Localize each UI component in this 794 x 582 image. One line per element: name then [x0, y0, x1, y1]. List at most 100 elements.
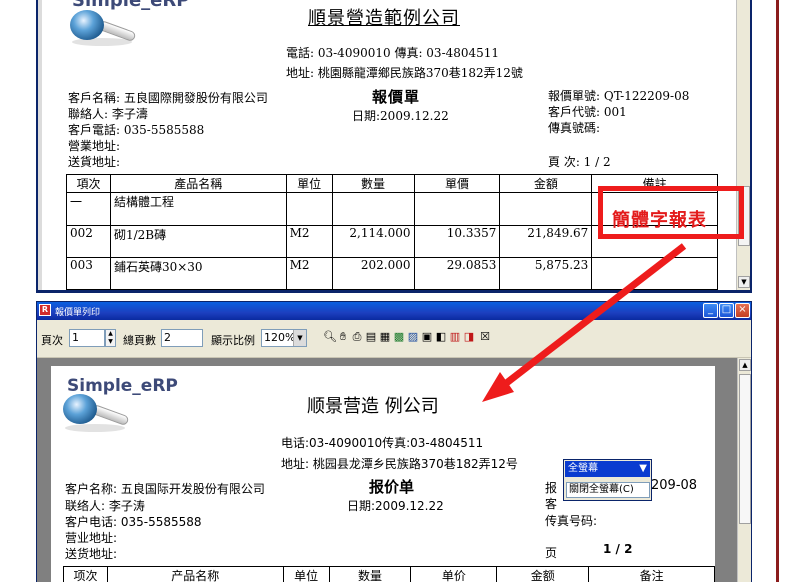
document-title: 报价单: [369, 478, 415, 496]
cell-name: 結構體工程: [109, 192, 287, 226]
app-icon[interactable]: R: [39, 304, 51, 316]
title-bar: R 報價單列印 _ □ ×: [37, 302, 751, 320]
mail-icon[interactable]: ▥: [449, 330, 461, 344]
maximize-button[interactable]: □: [719, 303, 734, 318]
cell-no: 一: [66, 192, 111, 226]
col-header: 金额: [496, 566, 590, 582]
zoom-label: 顯示比例: [211, 334, 255, 347]
col-header: 单位: [282, 566, 330, 582]
cell-no: 002: [66, 225, 111, 258]
address: 地址: 桃园县龙潭乡民族路370巷182弄12号: [281, 457, 518, 471]
cell-name: 鋪石英磚30×30: [109, 257, 287, 290]
excel-icon[interactable]: ▩: [393, 330, 405, 344]
zoom-select[interactable]: 120% ▼: [261, 329, 307, 347]
word-icon[interactable]: ▨: [407, 330, 419, 344]
col-header: 备注: [588, 566, 715, 582]
cell-price: 10.3357: [413, 225, 501, 258]
page-number: 頁 次: 1 / 2: [548, 155, 611, 169]
close-preview-icon[interactable]: ☒: [479, 330, 491, 344]
business-address: 營業地址:: [68, 139, 121, 153]
report-date: 日期:2009.12.22: [347, 499, 444, 513]
quote-number: 報價單號: QT-122209-08: [548, 89, 690, 103]
page-label: 頁次: [41, 334, 63, 347]
address: 地址: 桃園縣龍潭鄉民族路370巷182弄12號: [286, 66, 523, 80]
business-address: 营业地址:: [65, 531, 118, 545]
items-table: 项次 产品名称 单位 数量 单价 金额 备注: [63, 566, 715, 582]
cell-price: 29.0853: [413, 257, 501, 290]
fullscreen-header-label: 全螢幕: [568, 463, 598, 474]
cell-unit: M2: [285, 257, 333, 290]
background-window-edge: [776, 0, 779, 582]
report-logo: Simple_eRP: [67, 376, 178, 396]
phone-fax: 電話: 03-4090010 傳真: 03-4804511: [286, 46, 500, 60]
col-header: 产品名称: [106, 566, 284, 582]
page-setup-icon[interactable]: ▤: [365, 330, 377, 344]
fullscreen-popup: 全螢幕 ▼ 關閉全螢幕(C): [563, 459, 652, 501]
customer-code-partial: 客: [545, 497, 558, 511]
col-header: 单价: [410, 566, 498, 582]
table-row: 003 鋪石英磚30×30 M2 202.000 29.0853 5,875.2…: [66, 257, 718, 290]
scroll-down-arrow-icon[interactable]: ▼: [738, 276, 750, 288]
chevron-down-icon[interactable]: ▼: [639, 461, 647, 477]
company-name: 順景營造範例公司: [308, 8, 460, 29]
close-button[interactable]: ×: [735, 303, 750, 318]
customer-name: 客戶名稱: 五良國際開發股份有限公司: [68, 91, 268, 105]
total-pages-field: 2: [161, 329, 203, 347]
cell-name: 砌1/2B磚: [109, 225, 287, 258]
customer-phone: 客户电话: 035-5585588: [65, 515, 202, 529]
preview-toolbar: 頁次 1 ▲ ▼ 總頁數 2 顯示比例 120% ▼ 🔍︎ ✋︎ ⎙ ▤ ▦ ▩ …: [37, 320, 751, 358]
quote-number-partial: 报: [545, 481, 558, 495]
save-icon[interactable]: ▣: [421, 330, 433, 344]
col-header: 單位: [285, 174, 333, 193]
traditional-report-window: Simple_eRP 順景營造範例公司 電話: 03-4090010 傳真: 0…: [36, 0, 752, 293]
page-label: 页: [545, 546, 558, 560]
hand-icon[interactable]: ✋︎: [337, 330, 349, 344]
col-header: 数量: [328, 566, 412, 582]
customer-code: 客戶代號: 001: [548, 105, 627, 119]
annotation-label: 簡體字報表: [612, 210, 707, 231]
contact-person: 聯絡人: 李子濤: [68, 107, 148, 121]
chart-icon[interactable]: ◨: [463, 330, 475, 344]
print-preview-window: R 報價單列印 _ □ × 頁次 1 ▲ ▼ 總頁數 2 顯示比例 120% ▼ …: [36, 301, 752, 582]
document-title: 報價單: [372, 88, 421, 106]
cell-unit: [285, 192, 333, 226]
export-icon[interactable]: ▦: [379, 330, 391, 344]
fax-number: 传真号码:: [545, 514, 598, 528]
window-title: 報價單列印: [55, 308, 101, 318]
top-vertical-scrollbar[interactable]: ▼: [736, 0, 750, 290]
cell-amount: 21,849.67: [499, 225, 593, 258]
col-header: 項次: [66, 174, 111, 193]
cell-unit: M2: [285, 225, 333, 258]
chevron-down-icon[interactable]: ▼: [293, 330, 306, 346]
contact-person: 联络人: 李子涛: [65, 499, 145, 513]
cell-price: [413, 192, 501, 226]
cell-qty: 2,114.000: [331, 225, 415, 258]
table-header-row: 项次 产品名称 单位 数量 单价 金额 备注: [63, 566, 715, 582]
delivery-address: 送貨地址:: [68, 155, 121, 169]
globe-icon: [70, 10, 104, 40]
fax-number: 傳真號碼:: [548, 121, 601, 135]
page-number: 1 / 2: [603, 542, 633, 556]
cell-no: 003: [66, 257, 111, 290]
pdf-icon[interactable]: ◧: [435, 330, 447, 344]
print-icon[interactable]: ⎙: [351, 330, 363, 344]
col-header: 金額: [499, 174, 593, 193]
screenshot-root: Simple_eRP 順景營造範例公司 電話: 03-4090010 傳真: 0…: [0, 0, 794, 582]
page-spinner[interactable]: ▲ ▼: [105, 329, 116, 347]
close-fullscreen-item[interactable]: 關閉全螢幕(C): [566, 482, 650, 498]
minimize-button[interactable]: _: [703, 303, 718, 318]
phone-fax: 电话:03-4090010传真:03-4804511: [281, 436, 484, 450]
col-header: 數量: [331, 174, 415, 193]
preview-vertical-scrollbar[interactable]: ▲: [737, 358, 751, 582]
col-header: 產品名稱: [109, 174, 287, 193]
scrollbar-thumb[interactable]: [739, 374, 751, 524]
zoom-value: 120%: [264, 331, 296, 344]
fullscreen-header[interactable]: 全螢幕 ▼: [565, 461, 650, 477]
page-input[interactable]: 1: [69, 329, 105, 347]
zoom-icon[interactable]: 🔍︎: [323, 330, 337, 344]
delivery-address: 送货地址:: [65, 547, 118, 561]
company-name: 顺景营造 例公司: [307, 396, 439, 417]
total-pages-label: 總頁數: [123, 334, 156, 347]
cell-qty: [331, 192, 415, 226]
scroll-up-arrow-icon[interactable]: ▲: [739, 359, 751, 371]
